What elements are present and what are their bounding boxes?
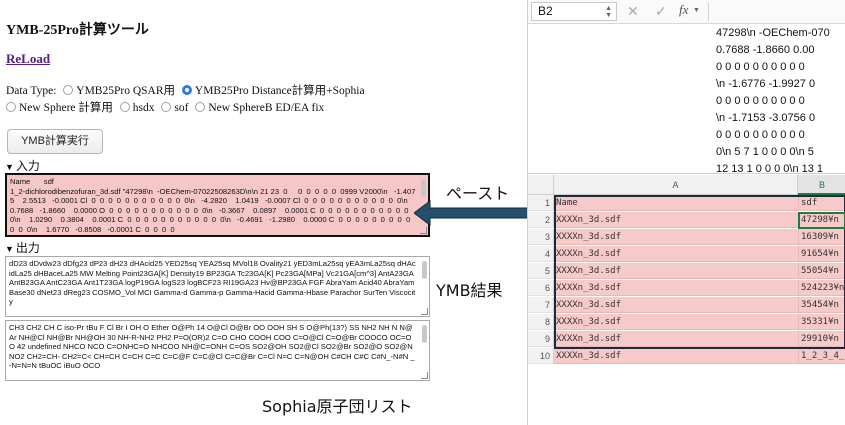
cell-b1[interactable]: sdf (798, 195, 845, 211)
row-header[interactable]: 2 (528, 212, 554, 228)
cell-ref: B2 (538, 4, 553, 18)
radio-label-sof: sof (174, 102, 189, 114)
select-all-corner[interactable] (528, 175, 554, 195)
cell-a10[interactable]: XXXXn_3d.sdf (554, 348, 798, 364)
cancel-icon[interactable]: ✕ (627, 3, 639, 20)
output-section-header[interactable]: ▼ 出力 (5, 239, 40, 256)
disclosure-triangle-icon: ▼ (5, 244, 14, 254)
confirm-check-icon[interactable]: ✓ (655, 3, 667, 20)
row-header[interactable]: 5 (528, 263, 554, 279)
column-header-b[interactable]: B (798, 175, 845, 195)
row-header[interactable]: 4 (528, 246, 554, 262)
formula-line: \n -1.7153 -3.0756 0 (716, 112, 816, 124)
page-title: YMB-25Pro計算ツール (6, 23, 149, 38)
formula-content[interactable]: 47298\n -OEChem-070 0.7688 -1.8660 0.00 … (528, 24, 845, 174)
radio-label-new-sphere: New Sphere 計算用 (19, 102, 113, 114)
cell-b2[interactable]: 47298¥n -OE (798, 212, 845, 228)
formula-line: 0 0 0 0 0 0 0 0 0 0 (716, 129, 805, 141)
disclosure-triangle-icon: ▼ (5, 162, 14, 172)
radio-hsdx[interactable] (119, 102, 130, 112)
row-header[interactable]: 8 (528, 314, 554, 330)
output-section-label: 出力 (15, 241, 40, 255)
sophia-scrollbar[interactable] (422, 325, 427, 343)
radio-qsar[interactable] (63, 85, 74, 95)
row-header[interactable]: 7 (528, 297, 554, 313)
input-scrollbar[interactable] (421, 179, 426, 197)
radio-label-hsdx: hsdx (132, 102, 155, 114)
cell-b7[interactable]: 35454¥n -OE (798, 297, 845, 313)
cell-a5[interactable]: XXXXn_3d.sdf (554, 263, 798, 279)
cell-b3[interactable]: 16309¥n -OE (798, 229, 845, 245)
cell-b10[interactable]: 1_2_3_4_5-te (798, 348, 845, 364)
radio-label-qsar: YMB25Pro QSAR用 (76, 85, 176, 97)
input-textarea[interactable]: Name sdf 1_2-dichlorodibenzofuran_3d.sdf… (5, 173, 430, 237)
formula-line: 47298\n -OEChem-070 (716, 27, 830, 39)
output-text: dD23 dDvdw23 dDfg23 dP23 dH23 dHAcid25 Y… (9, 259, 416, 307)
formula-bar: B2 ▲ ▼ ✕ ✓ fx ▼ (528, 0, 845, 24)
fx-icon[interactable]: fx (679, 2, 688, 18)
updown-chevron-icon[interactable]: ▲ ▼ (605, 5, 612, 19)
sheet-grid[interactable]: A B 1 Name sdf 2 XXXXn_3d.sdf 47298¥n -O… (528, 175, 845, 425)
radio-distance-sophia[interactable] (181, 85, 192, 95)
cell-b4[interactable]: 91654¥n -OE (798, 246, 845, 262)
output-textarea[interactable]: dD23 dDvdw23 dDfg23 dP23 dH23 dHAcid25 Y… (5, 256, 430, 317)
row-header[interactable]: 1 (528, 195, 554, 211)
resize-grip-icon[interactable] (421, 308, 428, 315)
ymb-tool-page: YMB-25Pro計算ツール ReLoad Data Type: YMB25Pr… (0, 0, 435, 425)
formula-line: 0.7688 -1.8660 0.00 (716, 44, 815, 56)
cell-b8[interactable]: 35331¥n -OE (798, 314, 845, 330)
ymb-result-annotation: YMB結果 (436, 281, 503, 300)
sophia-text: CH3 CH2 CH C iso-Pr tBu F Cl Br I OH O E… (9, 323, 415, 371)
formula-line: 0 0 0 0 0 0 0 0 0 0 (716, 95, 805, 107)
formula-line: 0\n 5 7 1 0 0 0 0\n 5 (716, 146, 814, 158)
cell-b5[interactable]: 55054¥n -OE (798, 263, 845, 279)
cell-name-box[interactable]: B2 ▲ ▼ (531, 2, 617, 21)
row-header[interactable]: 6 (528, 280, 554, 296)
cell-a1[interactable]: Name (554, 195, 798, 211)
spreadsheet-window: B2 ▲ ▼ ✕ ✓ fx ▼ 47298\n -OEChem-070 0.768… (527, 0, 845, 425)
data-type-row-2: New Sphere 計算用 hsdx sof New SphereB ED/E… (6, 99, 324, 115)
sophia-list-annotation: Sophia原子団リスト (262, 397, 413, 416)
radio-new-sphereb[interactable] (195, 102, 206, 112)
formula-line: 0 0 0 0 0 0 0 0 0 0 (716, 61, 805, 73)
column-header-a[interactable]: A (554, 175, 798, 195)
radio-label-distance-sophia: YMB25Pro Distance計算用+Sophia (194, 85, 365, 97)
cell-b6[interactable]: 524223¥n -O (798, 280, 845, 296)
cell-a9[interactable]: XXXXn_3d.sdf (554, 331, 798, 347)
cell-a2[interactable]: XXXXn_3d.sdf (554, 212, 798, 228)
radio-sof[interactable] (161, 102, 172, 112)
row-header[interactable]: 10 (528, 348, 554, 364)
data-type-row-1: Data Type: YMB25Pro QSAR用 YMB25Pro Dista… (6, 82, 365, 98)
resize-grip-icon[interactable] (421, 372, 428, 379)
formula-line: \n -1.6776 -1.9927 0 (716, 78, 816, 90)
resize-grip-icon[interactable] (420, 227, 427, 234)
row-header[interactable]: 9 (528, 331, 554, 347)
output-scrollbar[interactable] (422, 261, 427, 279)
cell-a3[interactable]: XXXXn_3d.sdf (554, 229, 798, 245)
row-header[interactable]: 3 (528, 229, 554, 245)
input-section-header[interactable]: ▼ 入力 (5, 157, 40, 174)
input-text: Name sdf 1_2-dichlorodibenzofuran_3d.sdf… (10, 177, 416, 234)
input-section-label: 入力 (15, 159, 40, 173)
reload-link[interactable]: ReLoad (6, 51, 50, 67)
ymb-run-button[interactable]: YMB計算実行 (7, 129, 103, 154)
sophia-textarea[interactable]: CH3 CH2 CH C iso-Pr tBu F Cl Br I OH O E… (5, 320, 430, 381)
cell-b9[interactable]: 29910¥n -OE (798, 331, 845, 347)
cell-a8[interactable]: XXXXn_3d.sdf (554, 314, 798, 330)
cell-a6[interactable]: XXXXn_3d.sdf (554, 280, 798, 296)
data-type-label: Data Type: (6, 85, 57, 97)
radio-new-sphere[interactable] (6, 102, 16, 112)
cell-a4[interactable]: XXXXn_3d.sdf (554, 246, 798, 262)
chevron-down-icon[interactable]: ▼ (693, 7, 700, 14)
formula-line: 12 13 1 0 0 0 0\n 13 1 (716, 163, 824, 174)
radio-label-new-sphereb: New SphereB ED/EA fix (208, 102, 325, 114)
cell-a7[interactable]: XXXXn_3d.sdf (554, 297, 798, 313)
formula-divider (708, 3, 709, 21)
